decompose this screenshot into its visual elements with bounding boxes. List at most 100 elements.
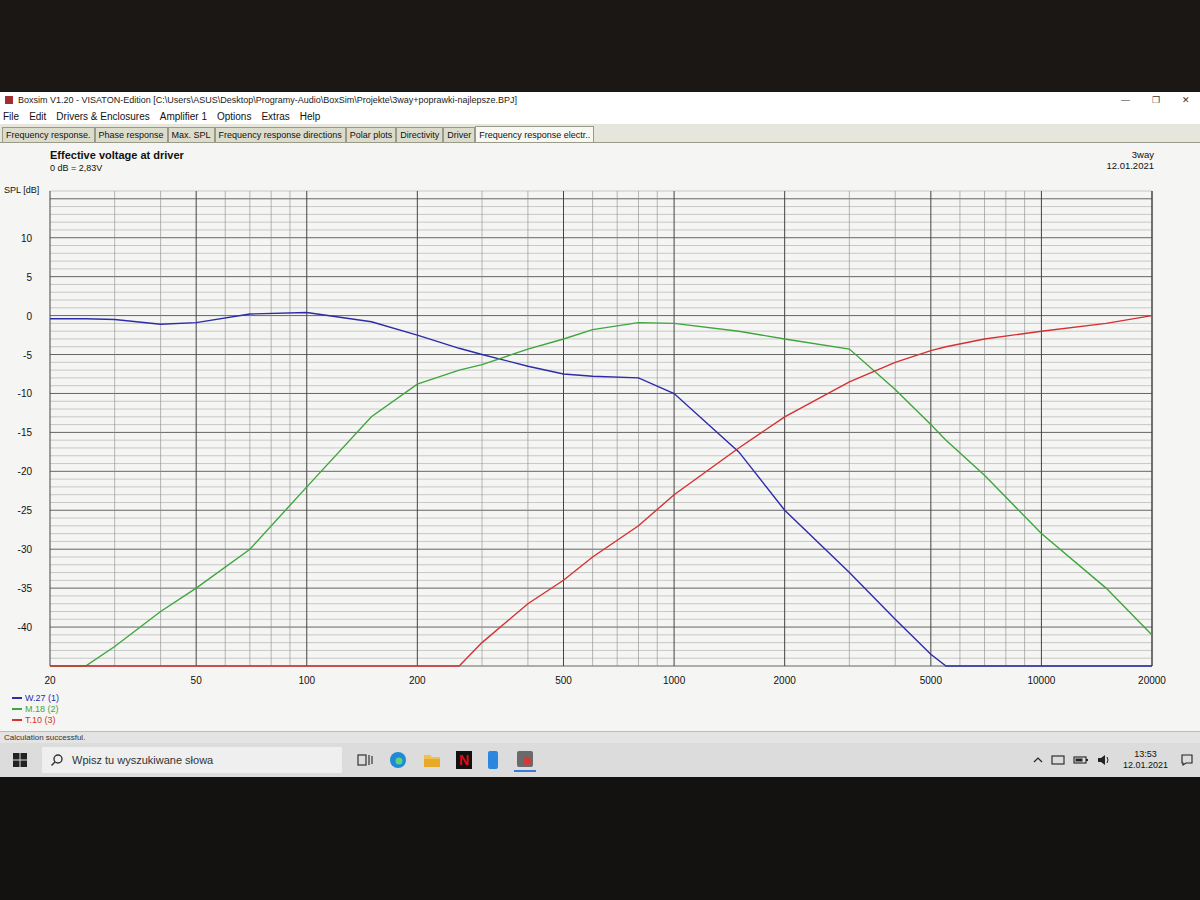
tab[interactable]: Frequency response directions	[215, 127, 346, 142]
grid-line	[482, 191, 483, 666]
grid-line	[50, 603, 1152, 604]
grid-line	[50, 471, 1152, 472]
grid-line	[50, 331, 1152, 332]
menu-item[interactable]: Drivers & Enclosures	[56, 111, 149, 122]
grid-line	[50, 261, 1152, 262]
grid-line	[306, 191, 307, 666]
grid-line	[50, 650, 1152, 651]
grid-line	[271, 191, 272, 666]
netflix-icon[interactable]: N	[456, 751, 472, 769]
grid-line	[50, 409, 1152, 410]
grid-line	[895, 191, 896, 666]
grid-line	[784, 191, 785, 666]
grid-line	[849, 191, 850, 666]
volume-icon[interactable]	[1097, 754, 1111, 766]
series-line	[50, 313, 1152, 667]
grid-line	[50, 432, 1152, 433]
boxsim-icon	[4, 95, 14, 105]
tab[interactable]: Phase response	[95, 127, 168, 142]
windows-start-icon[interactable]	[12, 752, 28, 768]
tab[interactable]: Frequency response.	[2, 127, 95, 142]
grid-line	[50, 307, 1152, 308]
tab-bar: Frequency response.Phase responseMax. SP…	[0, 124, 1200, 143]
grid-line	[50, 268, 1152, 269]
grid-line	[50, 518, 1152, 519]
grid-line	[50, 447, 1152, 448]
tab[interactable]: Driver	[443, 127, 475, 142]
grid-line	[50, 385, 1152, 386]
tab[interactable]: Directivity	[396, 127, 443, 142]
grid-line	[50, 315, 1152, 316]
chart-subtitle: 0 dB = 2,83V	[50, 163, 184, 173]
grid-line	[1152, 191, 1153, 666]
grid-line	[930, 191, 931, 666]
frequency-chart: SPL [dB]1050-5-10-15-20-25-30-35-4020501…	[0, 181, 1200, 691]
grid-line	[50, 300, 1152, 301]
series-line	[50, 323, 1152, 666]
phone-app-icon[interactable]	[486, 750, 500, 770]
menu-item[interactable]: Edit	[29, 111, 46, 122]
file-explorer-icon[interactable]	[422, 751, 442, 769]
clock[interactable]: 13:5312.01.2021	[1119, 749, 1172, 771]
grid-line	[114, 191, 115, 666]
window-control-button[interactable]: ❐	[1152, 95, 1160, 105]
grid-line	[50, 502, 1152, 503]
grid-line	[50, 401, 1152, 402]
grid-line	[50, 346, 1152, 347]
grid-line	[50, 619, 1152, 620]
grid-line	[50, 494, 1152, 495]
screen-bezel	[0, 0, 1200, 92]
legend-item: W.27 (1)	[12, 693, 1200, 703]
grid-line	[196, 191, 197, 666]
y-axis-title: SPL [dB]	[4, 185, 39, 195]
grid-line	[638, 191, 639, 666]
legend-item: M.18 (2)	[12, 704, 1200, 714]
legend-swatch	[12, 719, 22, 721]
legend-swatch	[12, 708, 22, 710]
grid-line	[527, 191, 528, 666]
grid-line	[1005, 191, 1006, 666]
grid-line	[592, 191, 593, 666]
x-tick-label: 20000	[1138, 675, 1166, 686]
tab[interactable]: Polar plots	[346, 127, 397, 142]
grid-line	[50, 284, 1152, 285]
task-view-icon[interactable]	[356, 752, 374, 768]
tab[interactable]: Frequency response electr..	[475, 126, 594, 142]
grid-line	[50, 455, 1152, 456]
grid-line	[50, 533, 1152, 534]
battery-icon[interactable]	[1073, 754, 1089, 766]
grid-line	[674, 191, 675, 666]
notification-icon[interactable]	[1180, 753, 1194, 767]
grid-line	[50, 206, 1152, 207]
series-line	[50, 316, 1152, 666]
status-bar: Calculation successful.	[0, 731, 1200, 743]
grid-line	[1152, 191, 1153, 666]
grid-line	[50, 564, 1152, 565]
edge-browser-icon[interactable]	[388, 750, 408, 770]
boxsim-taskbar-icon[interactable]	[514, 748, 536, 772]
grid-line	[50, 237, 1152, 238]
grid-line	[50, 245, 1152, 246]
window-control-button[interactable]: ✕	[1182, 95, 1190, 105]
tray-chevron-icon[interactable]	[1033, 755, 1043, 765]
grid-line	[50, 191, 51, 666]
menu-item[interactable]: Extras	[261, 111, 289, 122]
menu-item[interactable]: Help	[300, 111, 321, 122]
taskbar-search[interactable]: Wpisz tu wyszukiwane słowa	[42, 747, 342, 773]
system-tray: 13:5312.01.2021	[1033, 749, 1194, 771]
grid-line	[50, 222, 1152, 223]
tab[interactable]: Max. SPL	[168, 127, 215, 142]
y-tick-label: -20	[18, 466, 33, 477]
project-name: 3way	[1106, 149, 1154, 160]
menu-item[interactable]: Amplifier 1	[160, 111, 207, 122]
grid-line	[1041, 191, 1042, 666]
grid-line	[50, 377, 1152, 378]
grid-line	[160, 191, 161, 666]
grid-line	[50, 463, 1152, 464]
menu-item[interactable]: File	[3, 111, 19, 122]
window-control-button[interactable]: —	[1121, 95, 1130, 105]
laptop-screen: Boxsim V1.20 - VISATON-Edition [C:\Users…	[0, 0, 1200, 900]
grid-line	[50, 627, 1152, 628]
menu-item[interactable]: Options	[217, 111, 251, 122]
network-icon[interactable]	[1051, 754, 1065, 766]
